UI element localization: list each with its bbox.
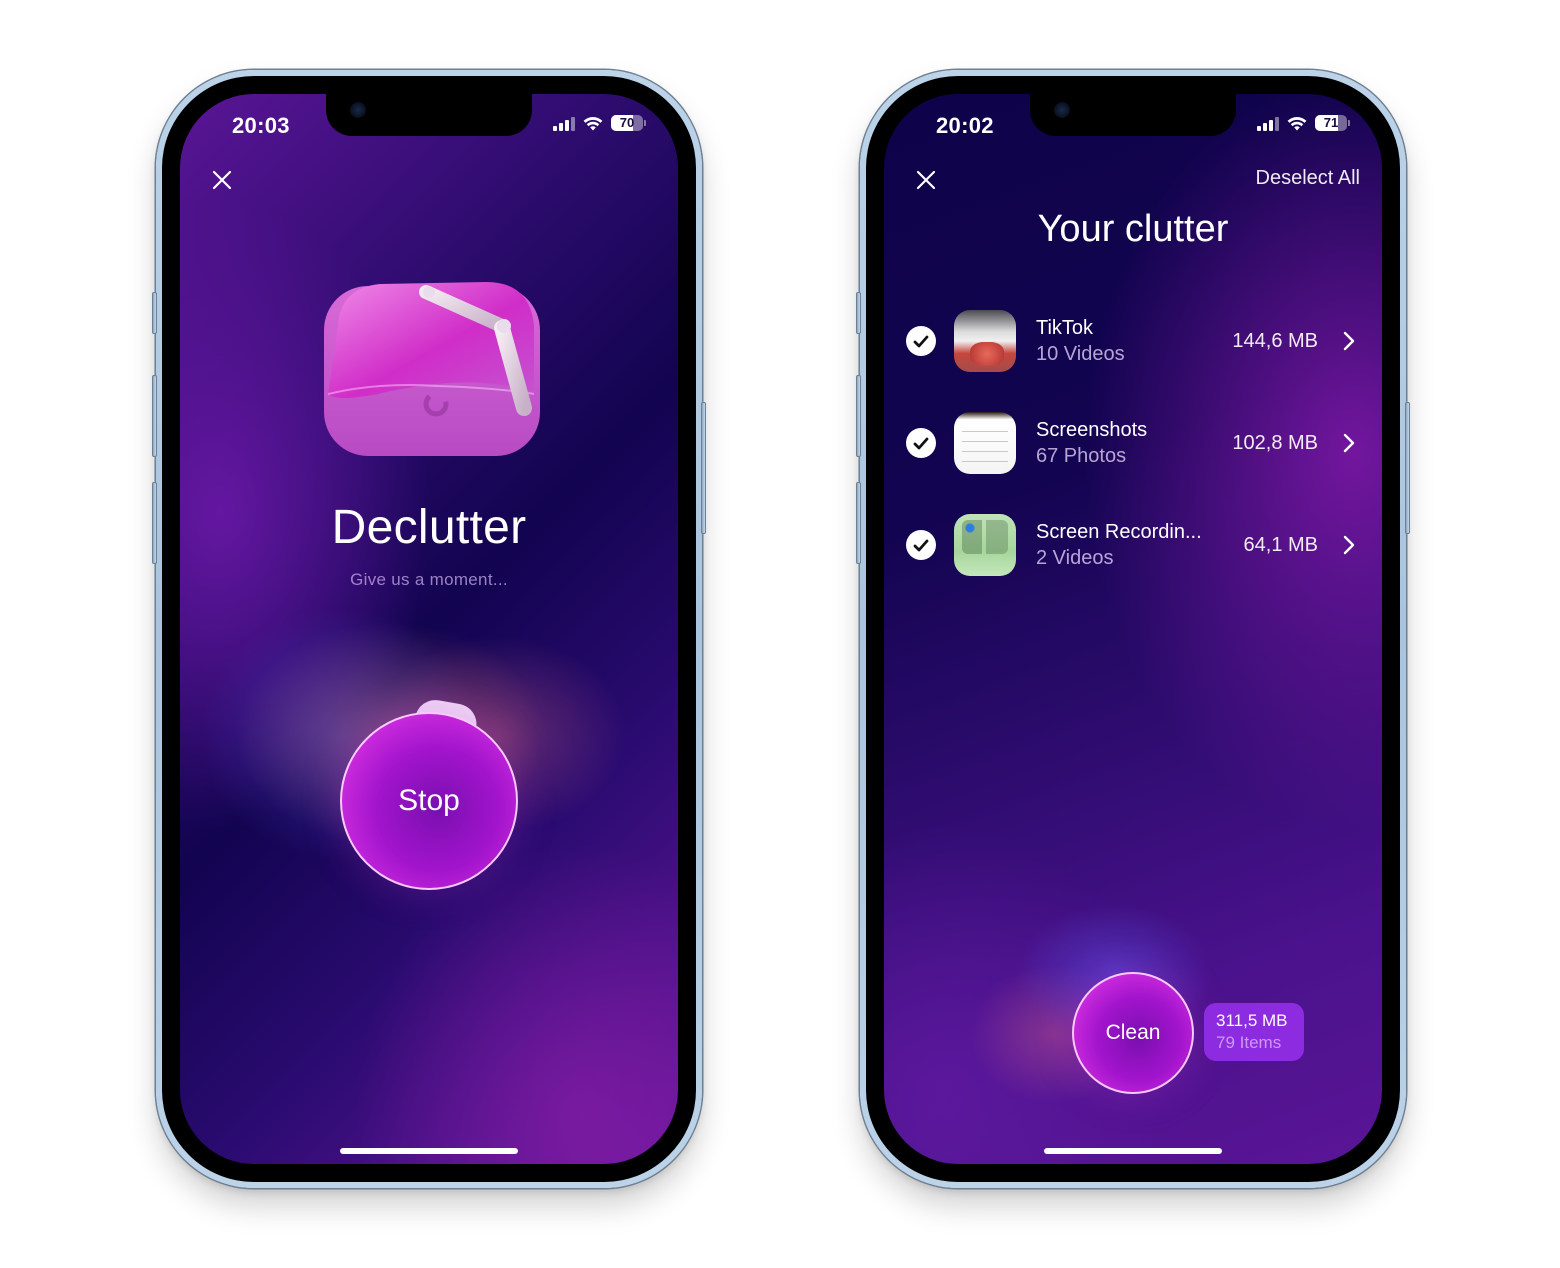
screen-scanning: 20:03 70 Declutter Give us a moment... S… — [180, 94, 678, 1164]
scan-status-text: Give us a moment... — [350, 570, 508, 589]
wifi-icon — [583, 116, 603, 130]
home-indicator[interactable] — [1044, 1148, 1222, 1154]
close-icon[interactable] — [210, 168, 234, 192]
checkmark-icon[interactable] — [906, 428, 936, 458]
deselect-all-button[interactable]: Deselect All — [1256, 167, 1361, 190]
page-title: Your clutter — [1037, 208, 1229, 250]
battery-icon: 70 — [611, 115, 646, 131]
status-time: 20:03 — [232, 113, 290, 138]
phone-results: 20:02 71 Deselect All Your clutter TikTo… — [856, 70, 1410, 1188]
clutter-list: TikTok 10 Videos 144,6 MB Screenshots 67… — [904, 290, 1362, 596]
status-icons: 70 — [553, 115, 646, 131]
cellular-signal-icon — [1257, 115, 1279, 131]
item-size: 144,6 MB — [1232, 329, 1318, 352]
mute-switch — [856, 292, 861, 334]
summary-badge: 311,5 MB 79 Items — [1204, 1003, 1304, 1061]
wifi-icon — [1287, 116, 1307, 130]
mute-switch — [152, 292, 157, 334]
clean-button[interactable]: Clean — [1072, 972, 1194, 1094]
item-size: 102,8 MB — [1232, 431, 1318, 454]
battery-percentage: 70 — [619, 115, 635, 130]
battery-percentage: 71 — [1323, 115, 1339, 130]
cellular-signal-icon — [553, 115, 575, 131]
notch — [326, 94, 532, 136]
clutter-item-screen-recordings[interactable]: Screen Recordin... 2 Videos 64,1 MB — [904, 494, 1362, 596]
chevron-right-icon[interactable] — [1342, 433, 1356, 453]
stop-button[interactable]: Stop — [340, 712, 518, 890]
front-camera — [350, 102, 366, 118]
phone-scanning: 20:03 70 Declutter Give us a moment... S… — [152, 70, 706, 1188]
item-name: Screen Recordin... — [1036, 521, 1202, 543]
front-camera — [1054, 102, 1070, 118]
notch — [1030, 94, 1236, 136]
chevron-right-icon[interactable] — [1342, 331, 1356, 351]
app-title: Declutter — [331, 501, 527, 554]
chevron-right-icon[interactable] — [1342, 535, 1356, 555]
item-count: 2 Videos — [1036, 547, 1114, 569]
screen-recordings-thumbnail — [954, 514, 1016, 576]
tiktok-thumbnail — [954, 310, 1016, 372]
close-icon[interactable] — [914, 168, 938, 192]
home-indicator[interactable] — [340, 1148, 518, 1154]
item-name: TikTok — [1036, 317, 1094, 339]
status-icons: 71 — [1257, 115, 1350, 131]
screenshots-thumbnail — [954, 412, 1016, 474]
item-count: 67 Photos — [1036, 445, 1127, 467]
item-count: 10 Videos — [1036, 343, 1125, 365]
volume-up-button — [856, 375, 861, 457]
power-button — [701, 402, 706, 534]
checkmark-icon[interactable] — [906, 326, 936, 356]
checkmark-icon[interactable] — [906, 530, 936, 560]
screen-results: 20:02 71 Deselect All Your clutter TikTo… — [884, 94, 1382, 1164]
declutter-app-icon — [324, 282, 540, 456]
volume-down-button — [856, 482, 861, 564]
clutter-item-tiktok[interactable]: TikTok 10 Videos 144,6 MB — [904, 290, 1362, 392]
clean-button-label: Clean — [1105, 1021, 1161, 1044]
item-size: 64,1 MB — [1243, 533, 1318, 556]
battery-icon: 71 — [1315, 115, 1350, 131]
clutter-item-screenshots[interactable]: Screenshots 67 Photos 102,8 MB — [904, 392, 1362, 494]
summary-items: 79 Items — [1216, 1033, 1282, 1052]
item-name: Screenshots — [1036, 419, 1148, 441]
volume-down-button — [152, 482, 157, 564]
stop-button-label: Stop — [398, 784, 460, 817]
power-button — [1405, 402, 1410, 534]
status-time: 20:02 — [936, 113, 994, 138]
summary-size: 311,5 MB — [1216, 1011, 1288, 1030]
volume-up-button — [152, 375, 157, 457]
